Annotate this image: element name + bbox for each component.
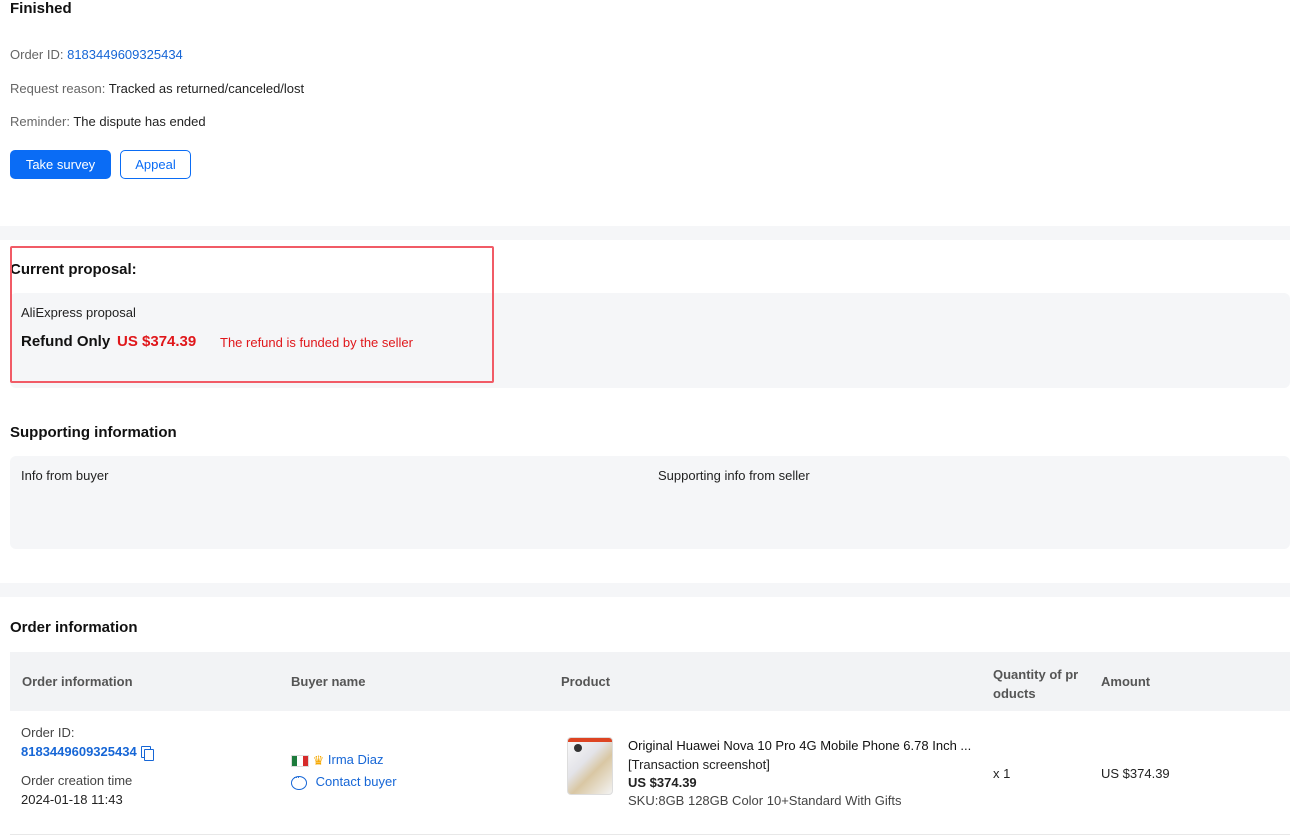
order-id-link[interactable]: 8183449609325434 (67, 47, 183, 62)
appeal-button[interactable]: Appeal (120, 150, 191, 179)
buyer-name-link[interactable]: Irma Diaz (328, 752, 384, 767)
proposal-type: Refund Only (21, 333, 111, 350)
crown-icon: ♛ (312, 752, 325, 768)
proposal-source: AliExpress proposal (21, 305, 136, 320)
take-survey-button[interactable]: Take survey (10, 150, 111, 179)
row-order-id-link[interactable]: 8183449609325434 (21, 744, 137, 759)
row-creation-time: 2024-01-18 11:43 (21, 792, 123, 807)
order-information-panel: Order information Order information Buye… (0, 597, 1290, 836)
reminder-value: The dispute has ended (73, 114, 206, 129)
col-buyer-name: Buyer name (291, 674, 366, 689)
col-amount: Amount (1101, 674, 1151, 689)
row-amount: US $374.39 (1101, 766, 1170, 781)
proposal-note: The refund is funded by the seller (220, 335, 413, 350)
supporting-info-title: Supporting information (10, 424, 177, 441)
request-reason-label: Request reason: (10, 81, 106, 96)
row-order-id-label: Order ID: (21, 725, 75, 740)
order-id-label: Order ID: (10, 47, 64, 62)
col-product: Product (561, 674, 611, 689)
row-creation-label: Order creation time (21, 773, 133, 788)
col-quantity-line1: Quantity of pr (993, 667, 1079, 682)
order-table-header: Order information Buyer name Product Qua… (10, 652, 1290, 711)
row-divider (10, 834, 1290, 835)
transaction-screenshot-link[interactable]: [Transaction screenshot] (628, 757, 770, 772)
contact-buyer-link[interactable]: Contact buyer (316, 774, 397, 789)
proposal-box: AliExpress proposal Refund Only US $374.… (10, 293, 1290, 388)
chat-icon[interactable] (291, 772, 307, 790)
dispute-status-panel: Finished Order ID: 8183449609325434 Requ… (0, 0, 1290, 226)
supporting-info-box: Info from buyer Supporting info from sel… (10, 456, 1290, 549)
col-quantity: Quantity of pr oducts (993, 665, 1078, 703)
order-information-title: Order information (10, 619, 138, 636)
buyer-info-label: Info from buyer (21, 468, 109, 483)
seller-info-label: Supporting info from seller (658, 468, 810, 483)
product-sku: SKU:8GB 128GB Color 10+Standard With Gif… (628, 793, 902, 808)
col-quantity-line2: oducts (993, 686, 1036, 701)
proposal-amount: US $374.39 (117, 333, 197, 350)
order-id-line: Order ID: 8183449609325434 (10, 47, 183, 62)
current-proposal-title: Current proposal: (10, 261, 137, 278)
proposal-panel: Current proposal: AliExpress proposal Re… (0, 240, 1290, 583)
mexico-flag-icon (291, 754, 309, 767)
status-title: Finished (10, 0, 72, 17)
reminder-line: Reminder: The dispute has ended (10, 114, 206, 129)
row-quantity: x 1 (993, 766, 1011, 781)
row-order-id-line: 8183449609325434 (21, 744, 154, 762)
buyer-line: ♛ Irma Diaz (291, 752, 384, 769)
request-reason-line: Request reason: Tracked as returned/canc… (10, 81, 304, 96)
contact-buyer-line[interactable]: Contact buyer (291, 772, 397, 790)
product-price: US $374.39 (628, 775, 697, 790)
product-title[interactable]: Original Huawei Nova 10 Pro 4G Mobile Ph… (628, 738, 971, 753)
product-thumbnail[interactable] (567, 737, 613, 795)
reminder-label: Reminder: (10, 114, 70, 129)
copy-icon[interactable] (140, 746, 154, 762)
col-order-information: Order information (22, 674, 133, 689)
request-reason-value: Tracked as returned/canceled/lost (108, 81, 305, 96)
